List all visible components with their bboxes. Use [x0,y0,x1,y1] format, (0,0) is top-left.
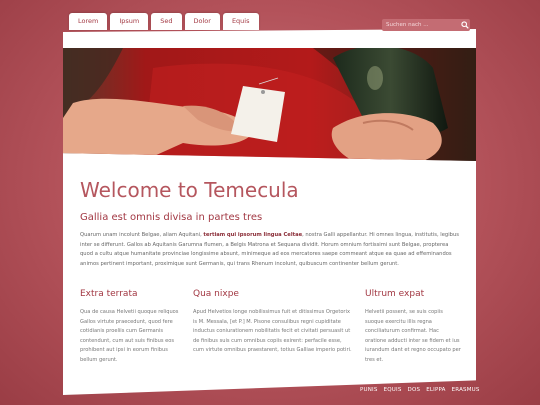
footer-nav: PUNIS EQUIS DOS ELIPPA ERASMUS [360,387,480,393]
column-text: Helvetii possent, se suis copiis suoque … [365,309,461,363]
column-heading: Extra terrata [80,289,138,299]
tab-equis[interactable]: Equis [222,13,259,30]
footer-link-elippa[interactable]: ELIPPA [426,387,445,393]
tab-ipsum[interactable]: Ipsum [110,13,149,30]
column-heading: Ultrum expat [365,289,425,299]
search-icon[interactable] [460,20,470,30]
column-text: Apud Helvetios longe nobilissimus fuit e… [193,309,352,354]
page-title: Welcome to Temecula [80,178,299,202]
intro-bold-link[interactable]: tertiam qui ipsorum lingua Celtae [203,232,302,238]
footer-link-equis[interactable]: EQUIS [384,387,402,393]
column-ultrum-expat: Ultrum expat Helvetii possent, se suis c… [365,289,461,366]
column-qua-nixpe: Qua nixpe Apud Helvetios longe nobilissi… [193,289,353,356]
column-heading: Qua nixpe [193,289,239,299]
hero-image [63,48,476,161]
column-extra-terrata: Extra terrata Qua de causa Helvetii quoq… [80,289,180,366]
tab-dolor[interactable]: Dolor [184,13,220,30]
footer-link-punis[interactable]: PUNIS [360,387,378,393]
column-text: Qua de causa Helvetii quoque reliquos Ga… [80,309,179,363]
search-box [382,19,470,31]
footer-link-erasmus[interactable]: ERASMUS [452,387,480,393]
footer-link-dos[interactable]: DOS [408,387,421,393]
top-tabs: Lorem Ipsum Sed Dolor Equis [69,13,259,30]
tab-lorem[interactable]: Lorem [69,13,108,30]
search-input[interactable] [382,22,460,28]
page-subtitle: Gallia est omnis divisa in partes tres [80,212,263,223]
intro-text: Quarum unam incolunt Belgae, aliam Aquit… [80,232,204,238]
tab-sed[interactable]: Sed [151,13,182,30]
intro-paragraph: Quarum unam incolunt Belgae, aliam Aquit… [80,231,460,269]
